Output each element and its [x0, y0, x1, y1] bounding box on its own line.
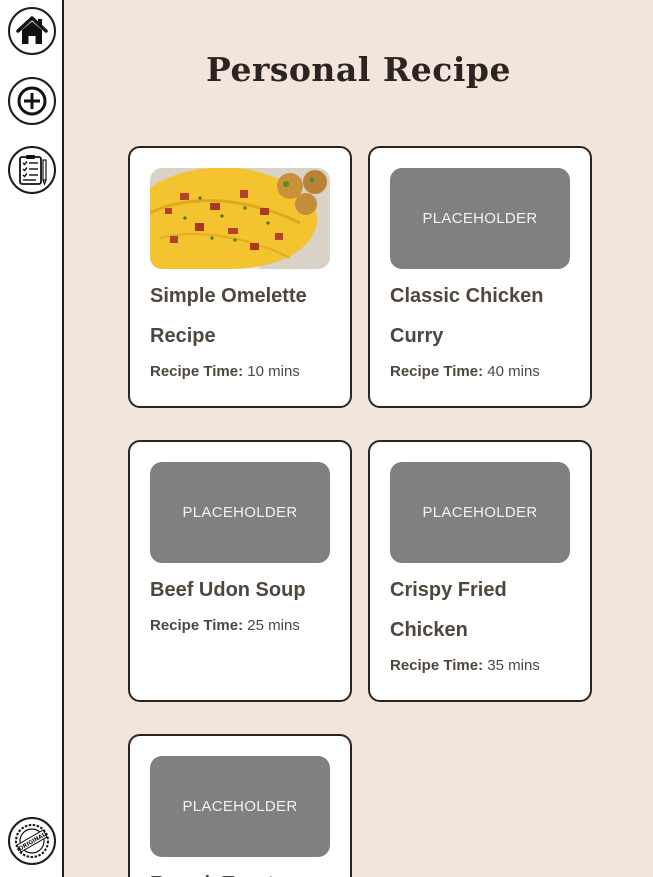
- recipe-time: Recipe Time: 25 mins: [150, 617, 300, 634]
- omelette-image: [150, 168, 330, 269]
- recipe-time-value: 25 mins: [247, 617, 300, 634]
- recipe-card[interactable]: Simple Omelette Recipe Recipe Time: 10 m…: [128, 146, 352, 408]
- sidebar: ORIGINAL: [0, 0, 64, 877]
- recipe-time-label: Recipe Time:: [390, 363, 484, 380]
- recipe-card[interactable]: PLACEHOLDER Beef Udon Soup Recipe Time: …: [128, 440, 352, 702]
- recipe-name: Simple Omelette Recipe: [150, 285, 307, 347]
- recipe-time-value: 35 mins: [487, 657, 540, 674]
- recipe-time-value: 10 mins: [247, 363, 300, 380]
- recipe-time-value: 40 mins: [487, 363, 540, 380]
- image-placeholder: PLACEHOLDER: [390, 168, 570, 269]
- original-stamp-icon: ORIGINAL: [15, 824, 49, 858]
- recipe-time: Recipe Time: 10 mins: [150, 363, 300, 380]
- recipe-card[interactable]: PLACEHOLDER French Toast: [128, 734, 352, 877]
- recipe-name: Beef Udon Soup: [150, 579, 306, 601]
- clipboard-checklist-icon: [19, 155, 47, 186]
- home-button[interactable]: [8, 7, 56, 55]
- recipe-name: Classic Chicken Curry: [390, 285, 544, 347]
- image-placeholder: PLACEHOLDER: [150, 756, 330, 857]
- image-placeholder: PLACEHOLDER: [150, 462, 330, 563]
- recipe-card[interactable]: PLACEHOLDER Crispy Fried Chicken Recipe …: [368, 440, 592, 702]
- recipe-time: Recipe Time: 40 mins: [390, 363, 540, 380]
- recipe-time-label: Recipe Time:: [150, 363, 244, 380]
- recipe-time: Recipe Time: 35 mins: [390, 657, 540, 674]
- recipe-name: French Toast: [150, 864, 340, 877]
- recipe-time-label: Recipe Time:: [390, 657, 484, 674]
- recipe-name: Crispy Fried Chicken: [390, 579, 507, 641]
- home-icon: [16, 16, 48, 44]
- recipe-card[interactable]: PLACEHOLDER Classic Chicken Curry Recipe…: [368, 146, 592, 408]
- add-recipe-button[interactable]: [8, 77, 56, 125]
- recipe-time-label: Recipe Time:: [150, 617, 244, 634]
- recipe-list-button[interactable]: [8, 146, 56, 194]
- page-title: Personal Recipe: [206, 50, 511, 89]
- omelette-photo: [150, 168, 330, 269]
- original-stamp-button[interactable]: ORIGINAL: [8, 817, 56, 865]
- image-placeholder: PLACEHOLDER: [390, 462, 570, 563]
- plus-circle-icon: [17, 86, 47, 116]
